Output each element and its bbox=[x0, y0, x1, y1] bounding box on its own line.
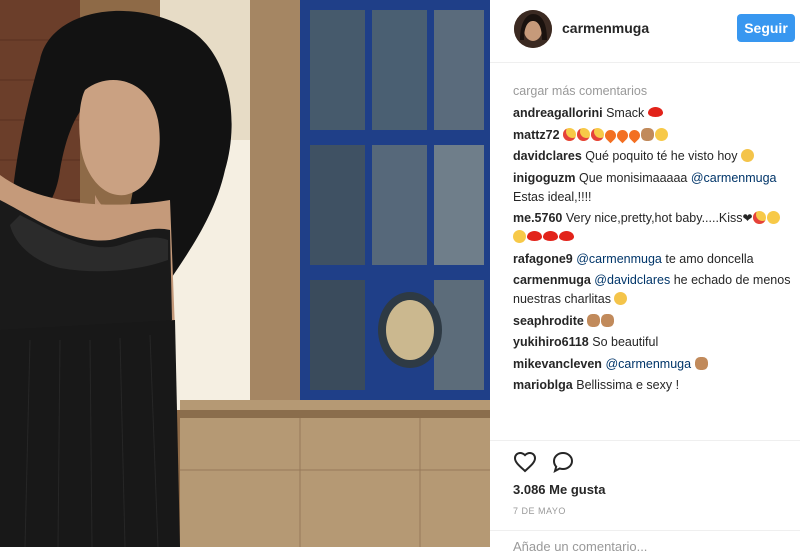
ok-emoji-icon bbox=[694, 356, 708, 370]
comment-mention-link[interactable]: @carmenmuga bbox=[605, 357, 691, 371]
sad-emoji-icon bbox=[740, 149, 754, 162]
face-emoji-icon bbox=[766, 211, 780, 224]
comment-icon[interactable] bbox=[551, 450, 575, 474]
avatar-image bbox=[514, 10, 552, 48]
comment: andreagallorini Smack bbox=[513, 104, 793, 123]
comment: rafagone9 @carmenmuga te amo doncella bbox=[513, 250, 793, 269]
lips-emoji-icon bbox=[559, 231, 574, 241]
post-photo-image bbox=[0, 0, 490, 547]
comment-mention-link[interactable]: @carmenmuga bbox=[576, 252, 662, 266]
follow-button[interactable]: Seguir bbox=[737, 14, 795, 42]
eyes-emoji-icon bbox=[752, 211, 766, 224]
likes-count[interactable]: 3.086 Me gusta bbox=[513, 482, 606, 497]
comment-text: te amo doncella bbox=[661, 251, 754, 266]
comment-username[interactable]: yukihiro6118 bbox=[513, 335, 589, 349]
comment-username[interactable]: inigoguzm bbox=[513, 171, 576, 185]
comment-text: Bellissima e sexy ! bbox=[576, 378, 680, 392]
ok-emoji-icon bbox=[641, 127, 655, 141]
post-date: 7 DE MAYO bbox=[513, 506, 566, 516]
face-emoji-icon bbox=[513, 230, 526, 243]
comments-list: cargar más comentarios andreagallorini S… bbox=[513, 82, 793, 398]
comment: davidclares Qué poquito té he visto hoy bbox=[513, 147, 793, 166]
comment-text: Smack bbox=[606, 106, 648, 120]
fire-emoji-icon bbox=[626, 127, 643, 143]
load-more-comments-link[interactable]: cargar más comentarios bbox=[513, 82, 793, 101]
heart-icon[interactable] bbox=[513, 450, 537, 474]
comment: mikevancleven @carmenmuga bbox=[513, 355, 793, 374]
comment: marioblga Bellissima e sexy ! bbox=[513, 376, 793, 395]
face-emoji-icon bbox=[655, 127, 669, 141]
comment-username[interactable]: mikevancleven bbox=[513, 357, 602, 371]
post-photo[interactable] bbox=[0, 0, 490, 547]
post-username[interactable]: carmenmuga bbox=[562, 20, 649, 36]
comment-container: andreagallorini Smack mattz72 davidclare… bbox=[513, 104, 793, 395]
comment-username[interactable]: marioblga bbox=[513, 378, 573, 392]
comment-username[interactable]: carmenmuga bbox=[513, 273, 591, 287]
comment: seaphrodite bbox=[513, 312, 793, 331]
comment-mention-link[interactable]: @carmenmuga bbox=[691, 171, 777, 185]
lips-emoji-icon bbox=[543, 231, 558, 241]
eyes-emoji-icon bbox=[563, 127, 577, 141]
avatar[interactable] bbox=[514, 10, 552, 48]
ok-emoji-icon bbox=[601, 313, 615, 327]
post-header: carmenmuga Seguir bbox=[490, 0, 800, 63]
eyes-emoji-icon bbox=[591, 127, 605, 141]
comment: inigoguzm Que monisimaaaaa @carmenmuga E… bbox=[513, 169, 793, 207]
eyes-emoji-icon bbox=[577, 127, 591, 141]
comment: carmenmuga @davidclares he echado de men… bbox=[513, 271, 793, 309]
comment: yukihiro6118 So beautiful bbox=[513, 333, 793, 352]
sad-emoji-icon bbox=[614, 292, 628, 305]
comment: me.5760 Very nice,pretty,hot baby.....Ki… bbox=[513, 209, 793, 247]
ok-emoji-icon bbox=[587, 313, 601, 327]
divider bbox=[490, 440, 800, 441]
comment-username[interactable]: seaphrodite bbox=[513, 314, 584, 328]
comment-username[interactable]: me.5760 bbox=[513, 211, 562, 225]
comment-text: Que monisimaaaaa bbox=[578, 170, 691, 185]
comment-username[interactable]: davidclares bbox=[513, 149, 582, 163]
comment-mention-link[interactable]: @davidclares bbox=[594, 273, 670, 287]
comment-text: Qué poquito té he visto hoy bbox=[585, 149, 741, 163]
comment-text: Estas ideal,!!!! bbox=[513, 189, 592, 204]
comment: mattz72 bbox=[513, 126, 793, 145]
comment-text: Very nice,pretty,hot baby.....Kiss bbox=[565, 211, 743, 225]
lips-emoji-icon bbox=[527, 231, 542, 241]
comment-username[interactable]: rafagone9 bbox=[513, 252, 573, 266]
divider bbox=[490, 530, 800, 531]
comment-text: So beautiful bbox=[592, 335, 659, 349]
comment-username[interactable]: mattz72 bbox=[513, 128, 560, 142]
comment-username[interactable]: andreagallorini bbox=[513, 106, 603, 120]
heart-emoji-icon: ❤ bbox=[742, 211, 753, 225]
post-panel: carmenmuga Seguir cargar más comentarios… bbox=[490, 0, 800, 554]
lips-emoji-icon bbox=[647, 107, 663, 117]
